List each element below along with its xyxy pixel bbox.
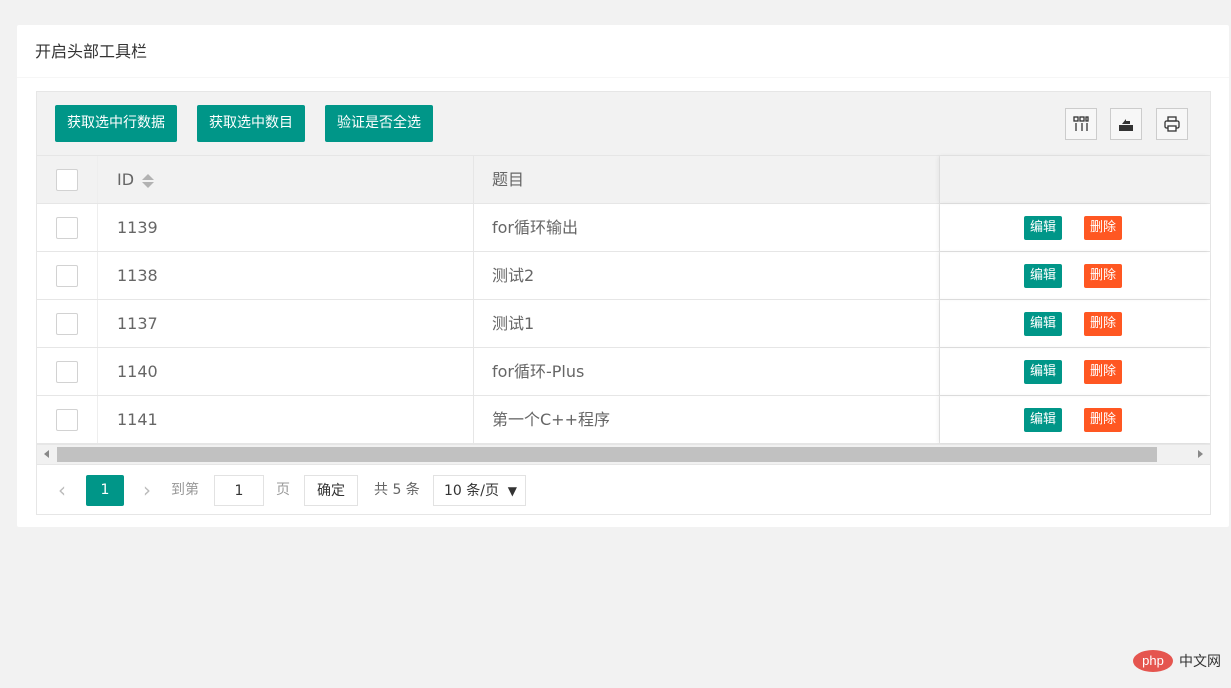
select-all-checkbox[interactable]: [56, 168, 78, 191]
select-all-cell: [37, 156, 98, 203]
table-row: 1138 测试2 编辑 删除: [37, 252, 1210, 300]
table-card: 开启头部工具栏 获取选中行数据 获取选中数目 验证是否全选 ID 题目 1139…: [17, 25, 1229, 527]
edit-button[interactable]: 编辑: [1024, 216, 1063, 240]
column-header-id[interactable]: ID: [98, 156, 474, 203]
data-table: 获取选中行数据 获取选中数目 验证是否全选 ID 题目 1139 for循环输出…: [36, 91, 1211, 515]
delete-button[interactable]: 删除: [1084, 312, 1123, 336]
current-page[interactable]: 1: [86, 475, 124, 506]
row-id: 1141: [98, 396, 474, 443]
row-ops: 编辑 删除: [940, 348, 1210, 395]
get-selected-rows-button[interactable]: 获取选中行数据: [55, 105, 177, 142]
goto-page-input[interactable]: 1: [214, 475, 264, 506]
row-check-cell: [37, 252, 98, 299]
export-icon[interactable]: [1110, 108, 1142, 140]
row-ops: 编辑 删除: [940, 204, 1210, 251]
row-checkbox[interactable]: [56, 264, 78, 287]
table-row: 1141 第一个C++程序 编辑 删除: [37, 396, 1210, 444]
row-title: 测试2: [474, 252, 940, 299]
row-id: 1137: [98, 300, 474, 347]
check-all-selected-button[interactable]: 验证是否全选: [325, 105, 433, 142]
row-checkbox[interactable]: [56, 216, 78, 239]
row-checkbox[interactable]: [56, 360, 78, 383]
page-unit-label: 页: [276, 482, 290, 498]
row-title: 第一个C++程序: [474, 396, 940, 443]
delete-button[interactable]: 删除: [1084, 360, 1123, 384]
delete-button[interactable]: 删除: [1084, 264, 1123, 288]
row-checkbox[interactable]: [56, 408, 78, 431]
table-row: 1137 测试1 编辑 删除: [37, 300, 1210, 348]
column-header-id-label: ID: [117, 170, 135, 189]
row-ops: 编辑 删除: [940, 396, 1210, 443]
edit-button[interactable]: 编辑: [1024, 408, 1063, 432]
page-size-value: 10 条/页: [444, 483, 499, 499]
card-title: 开启头部工具栏: [17, 25, 1229, 78]
edit-button[interactable]: 编辑: [1024, 264, 1063, 288]
horizontal-scrollbar[interactable]: [37, 444, 1210, 464]
total-count: 共 5 条: [374, 482, 420, 498]
php-logo: php: [1133, 650, 1173, 672]
dropdown-arrow-icon: ▼: [507, 484, 517, 498]
row-title: 测试1: [474, 300, 940, 347]
columns-icon[interactable]: [1065, 108, 1097, 140]
row-id: 1140: [98, 348, 474, 395]
row-check-cell: [37, 204, 98, 251]
row-check-cell: [37, 348, 98, 395]
goto-label: 到第: [171, 482, 199, 498]
row-ops: 编辑 删除: [940, 300, 1210, 347]
row-title: for循环-Plus: [474, 348, 940, 395]
next-page-icon[interactable]: ›: [134, 475, 160, 506]
watermark-text: 中文网: [1179, 654, 1221, 670]
scroll-left-icon[interactable]: [44, 450, 49, 458]
table-row: 1140 for循环-Plus 编辑 删除: [37, 348, 1210, 396]
row-check-cell: [37, 396, 98, 443]
row-id: 1139: [98, 204, 474, 251]
table-header-row: ID 题目: [37, 156, 1210, 204]
row-title: for循环输出: [474, 204, 940, 251]
edit-button[interactable]: 编辑: [1024, 360, 1063, 384]
scrollbar-thumb[interactable]: [57, 447, 1157, 462]
edit-button[interactable]: 编辑: [1024, 312, 1063, 336]
prev-page-icon[interactable]: ‹: [49, 475, 75, 506]
row-id: 1138: [98, 252, 474, 299]
confirm-button[interactable]: 确定: [304, 475, 358, 506]
table-row: 1139 for循环输出 编辑 删除: [37, 204, 1210, 252]
row-checkbox[interactable]: [56, 312, 78, 335]
delete-button[interactable]: 删除: [1084, 216, 1123, 240]
page-size-select[interactable]: 10 条/页 ▼: [433, 475, 526, 506]
column-header-title: 题目: [474, 156, 940, 203]
print-icon[interactable]: [1156, 108, 1188, 140]
row-check-cell: [37, 300, 98, 347]
table-grid: ID 题目 1139 for循环输出 编辑 删除 1138 测试2 编辑 删除 …: [37, 156, 1210, 444]
get-selected-count-button[interactable]: 获取选中数目: [197, 105, 305, 142]
sort-icon[interactable]: [142, 173, 155, 189]
delete-button[interactable]: 删除: [1084, 408, 1123, 432]
scroll-right-icon[interactable]: [1198, 450, 1203, 458]
watermark: php 中文网: [1133, 650, 1221, 672]
row-ops: 编辑 删除: [940, 252, 1210, 299]
pagination: ‹ 1 › 到第 1 页 确定 共 5 条 10 条/页 ▼: [37, 464, 1210, 514]
column-header-ops: [940, 156, 1210, 203]
table-toolbar: 获取选中行数据 获取选中数目 验证是否全选: [37, 92, 1210, 156]
